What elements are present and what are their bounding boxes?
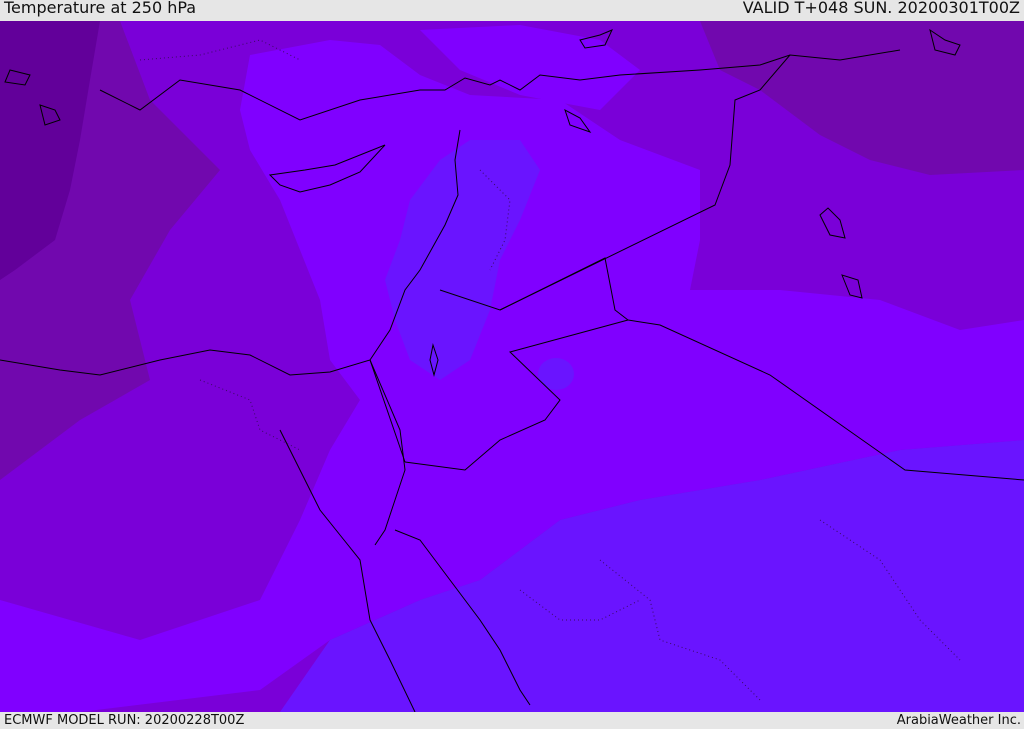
valid-time-label: VALID T+048 SUN. 20200301T00Z (742, 0, 1020, 17)
footer-bar: ECMWF MODEL RUN: 20200228T00Z ArabiaWeat… (0, 712, 1024, 729)
credit-label: ArabiaWeather Inc. (896, 713, 1021, 728)
temperature-map[interactable] (0, 21, 1024, 712)
map-title: Temperature at 250 hPa (4, 0, 197, 17)
header-bar: Temperature at 250 hPa VALID T+048 SUN. … (0, 0, 1024, 21)
temperature-spot-jordan (538, 358, 574, 390)
model-run-label: ECMWF MODEL RUN: 20200228T00Z (4, 713, 245, 728)
